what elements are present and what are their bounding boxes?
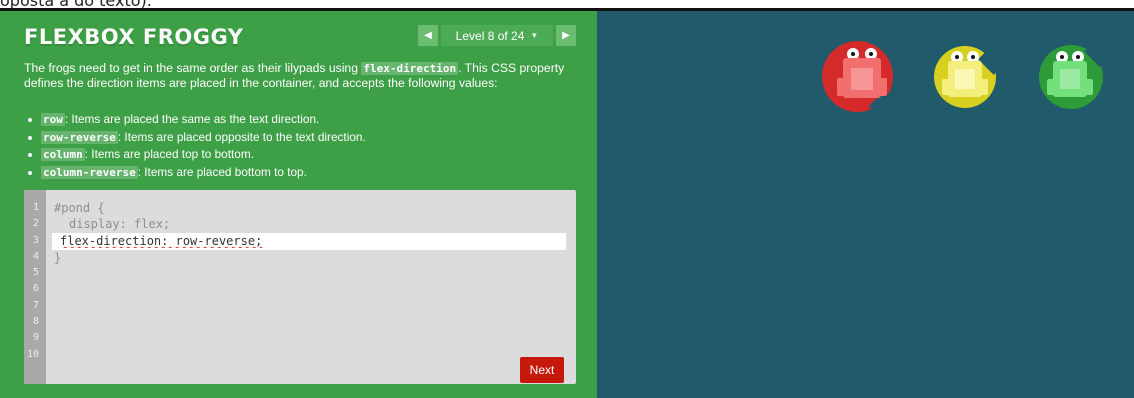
css-answer-input[interactable] [52, 232, 566, 250]
line-number-gutter: 1 2 3 4 5 6 7 8 9 10 [24, 190, 46, 384]
code-line-close: } [54, 250, 62, 265]
code-token: row-reverse [41, 130, 118, 144]
value-item-row: row: Items are placed the same as the te… [28, 111, 366, 129]
value-item-row-reverse: row-reverse: Items are placed opposite t… [28, 129, 366, 147]
value-description: : Items are placed the same as the text … [64, 112, 320, 126]
instructions-intro: The frogs need to get in the same order … [24, 61, 574, 91]
frog-belly [955, 69, 975, 89]
value-description: : Items are placed bottom to top. [137, 164, 307, 179]
frog-green [1047, 51, 1093, 103]
level-label: Level 8 of 24 [455, 28, 525, 43]
line-number: 3 [32, 234, 39, 246]
frog-red [837, 48, 887, 106]
frog-leg [879, 78, 887, 96]
line-number: 7 [32, 299, 39, 311]
frog-leg [981, 79, 988, 95]
line-number: 4 [32, 250, 39, 262]
code-area: #pond { display: flex; } [52, 200, 566, 266]
value-item-column-reverse: column-reverse: Items are placed bottom … [28, 164, 366, 182]
code-line-selector: #pond { [54, 201, 105, 215]
code-token-flex-direction: flex-direction [361, 62, 459, 75]
next-button[interactable]: Next [520, 357, 564, 383]
value-item-column: column: Items are placed top to bottom. [28, 146, 366, 164]
code-token: column [41, 148, 85, 161]
intro-text-before: The frogs need to get in the same order … [24, 61, 362, 75]
caret-down-icon: ▼ [530, 31, 539, 40]
code-line-display: display: flex; [69, 217, 171, 232]
previous-level-button[interactable]: ◀ [418, 25, 438, 46]
line-number: 8 [32, 316, 39, 328]
code-token: column-reverse [41, 165, 138, 179]
frog-leg [1086, 79, 1093, 95]
frog-leg [1047, 79, 1054, 95]
line-number: 6 [32, 283, 39, 295]
css-editor: 1 2 3 4 5 6 7 8 9 10 #pond { display: fl… [24, 190, 576, 384]
line-number: 2 [32, 218, 39, 230]
line-number: 9 [32, 332, 39, 344]
value-description: : Items are placed opposite to the text … [117, 129, 366, 144]
frog-belly [1060, 69, 1080, 89]
value-description: : Items are placed top to bottom. [84, 147, 254, 161]
next-level-button[interactable]: ▶ [556, 25, 576, 46]
line-number: 1 [32, 202, 39, 213]
frog-yellow [942, 51, 988, 103]
line-number: 5 [32, 267, 39, 279]
level-dropdown[interactable]: Level 8 of 24 ▼ [441, 25, 553, 46]
frog-leg [837, 78, 845, 96]
app-title: FLEXBOX FROGGY [24, 25, 244, 49]
line-number: 10 [26, 348, 39, 360]
frog-leg [942, 79, 949, 95]
code-token: row [41, 113, 65, 126]
triangle-right-icon: ▶ [562, 30, 570, 41]
code-input-row [52, 232, 566, 250]
value-list: row: Items are placed the same as the te… [24, 111, 366, 181]
frog-belly [851, 68, 873, 90]
level-navigator: ◀ Level 8 of 24 ▼ ▶ [418, 25, 576, 46]
triangle-left-icon: ◀ [424, 30, 432, 41]
